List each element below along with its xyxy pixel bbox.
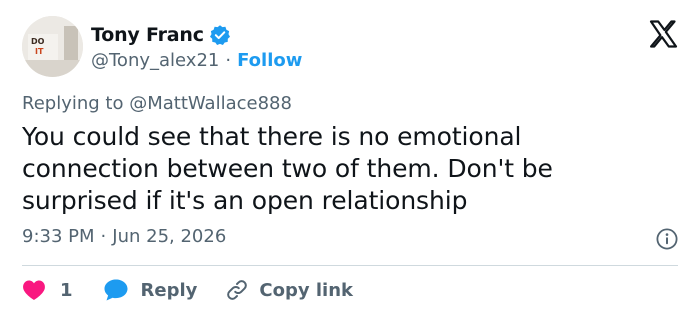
reply-context-mention[interactable]: @MattWallace888	[129, 93, 292, 114]
link-icon	[227, 280, 248, 300]
reply-bubble-icon	[104, 279, 128, 301]
timestamp-separator: ·	[100, 226, 107, 247]
like-button[interactable]: 1	[22, 279, 73, 301]
divider	[22, 265, 678, 266]
like-count: 1	[60, 279, 73, 301]
author-handle[interactable]: @Tony_alex21	[91, 50, 219, 71]
reply-button[interactable]: Reply	[103, 278, 198, 302]
tweet-actions: 1 Reply Copy link	[22, 276, 353, 304]
avatar[interactable]: DO IT	[22, 16, 83, 77]
tweet-time: 9:33 PM	[22, 226, 95, 247]
reply-context: Replying to @MattWallace888	[22, 93, 292, 114]
copy-link-button[interactable]: Copy link	[225, 278, 353, 302]
x-logo-icon[interactable]	[649, 20, 678, 48]
author-handle-row: @Tony_alex21 · Follow	[91, 48, 302, 72]
reply-label: Reply	[140, 279, 198, 301]
info-icon[interactable]	[656, 228, 678, 250]
copy-link-label: Copy link	[259, 279, 353, 301]
verified-badge-icon	[209, 24, 231, 46]
tweet-text: You could see that there is no emotional…	[22, 122, 553, 215]
author-name-row: Tony Franc	[91, 22, 231, 48]
avatar-sign-line-1: DO	[31, 37, 45, 46]
tweet-date: Jun 25, 2026	[112, 226, 227, 247]
avatar-sign-line-2: IT	[35, 47, 44, 56]
handle-separator: ·	[225, 49, 232, 71]
reply-context-prefix: Replying to	[22, 93, 124, 114]
heart-icon	[23, 280, 45, 300]
avatar-image: DO IT	[22, 16, 83, 77]
follow-button[interactable]: Follow	[237, 50, 302, 71]
author-display-name[interactable]: Tony Franc	[91, 24, 204, 46]
tweet-timestamp[interactable]: 9:33 PM · Jun 25, 2026	[22, 226, 226, 247]
